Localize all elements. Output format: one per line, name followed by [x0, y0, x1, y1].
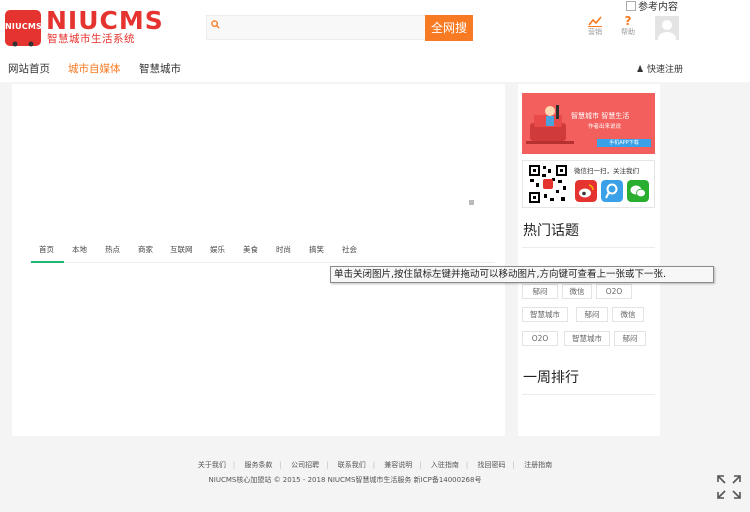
tab-food[interactable]: 美食 [243, 244, 258, 255]
footer-link-compat[interactable]: 兼容说明 [384, 461, 412, 469]
tab-active-indicator [31, 261, 64, 263]
register-link[interactable]: ♟ 快速注册 [636, 62, 683, 75]
hot-tag[interactable]: 微信 [562, 284, 592, 299]
tab-internet[interactable]: 互联网 [170, 244, 193, 255]
tab-entertainment[interactable]: 娱乐 [210, 244, 225, 255]
hot-topics-divider [522, 247, 655, 248]
footer-link-jobs[interactable]: 公司招聘 [291, 461, 319, 469]
hot-tag[interactable]: 智慧城市 [564, 331, 610, 346]
tab-merchants[interactable]: 商家 [138, 244, 153, 255]
hot-tag[interactable]: O2O [522, 331, 558, 346]
register-label: 快速注册 [646, 65, 683, 75]
logo-badge-text: NIUCMS [5, 22, 42, 31]
wechat-icon[interactable] [627, 180, 649, 202]
tab-society[interactable]: 社会 [342, 244, 357, 255]
tab-funny[interactable]: 搞笑 [309, 244, 324, 255]
footer-link-contact[interactable]: 联系我们 [338, 461, 366, 469]
tab-home[interactable]: 首页 [39, 244, 54, 255]
nav-item-smart-city[interactable]: 智慧城市 [139, 61, 181, 76]
avatar[interactable] [655, 16, 679, 40]
footer-link-join-guide[interactable]: 入驻指南 [431, 461, 459, 469]
copyright-text: NIUCMS核心加盟站 © 2015 - 2018 NIUCMS智慧城市生活服务… [208, 476, 482, 484]
tencent-weibo-icon[interactable] [601, 180, 623, 202]
search-icon [211, 20, 220, 29]
marketing-link[interactable]: 营销 [580, 15, 610, 37]
app-download-button[interactable]: 手机APP下载 [597, 139, 651, 147]
chart-icon [588, 16, 602, 27]
weekly-rank-title: 一周排行 [523, 370, 579, 386]
user-avatar-icon [658, 20, 676, 40]
hot-tag[interactable]: 郁闷 [614, 331, 646, 346]
tab-hot[interactable]: 热点 [105, 244, 120, 255]
promo-title: 智慧城市 智慧生活 [571, 112, 630, 120]
tabs-divider [30, 262, 495, 263]
footer-link-about[interactable]: 关于我们 [198, 461, 226, 469]
user-icon: ♟ [636, 65, 645, 75]
ref-content-checkbox[interactable] [626, 1, 636, 11]
search-input[interactable] [206, 15, 426, 40]
tab-local[interactable]: 本地 [72, 244, 87, 255]
fullscreen-icon[interactable] [716, 474, 742, 500]
hot-tag[interactable]: 智慧城市 [522, 307, 568, 322]
search-button[interactable]: 全网搜 [425, 15, 473, 41]
image-viewer-tooltip: 单击关闭图片,按住鼠标左键并拖动可以移动图片,方向键可查看上一张或下一张. [330, 266, 714, 283]
image-placeholder-marker [469, 200, 474, 205]
promo-subtitle: 作者出来说说 [588, 124, 622, 130]
logo-slogan: 智慧城市生活系统 [47, 33, 135, 45]
logo-wheels-icon [12, 41, 34, 47]
follow-text: 微信扫一扫，关注我们 [574, 167, 639, 175]
tab-fashion[interactable]: 时尚 [276, 244, 291, 255]
nav-item-home[interactable]: 网站首页 [8, 61, 50, 76]
footer-link-recover-password[interactable]: 找回密码 [477, 461, 505, 469]
hot-tag[interactable]: 郁闷 [576, 307, 608, 322]
hot-tag[interactable]: O2O [596, 284, 632, 299]
weibo-icon[interactable] [575, 180, 597, 202]
hot-tag[interactable]: 微信 [612, 307, 644, 322]
main-content [12, 84, 505, 436]
footer-links: 关于我们 | 服务条款 | 公司招聘 | 联系我们 | 兼容说明 | 入驻指南 | 找回密码… [197, 461, 553, 469]
ref-content-label: 参考内容 [638, 2, 678, 13]
help-icon: ? [624, 14, 632, 28]
footer-link-register-guide[interactable]: 注册指南 [524, 461, 552, 469]
nav-item-city-media[interactable]: 城市自媒体 [68, 61, 121, 76]
marketing-label: 营销 [588, 28, 602, 36]
footer-link-terms[interactable]: 服务条款 [245, 461, 273, 469]
weekly-rank-divider [522, 394, 655, 395]
hot-topics-title: 热门话题 [523, 223, 579, 239]
help-link[interactable]: ? 帮助 [613, 15, 643, 37]
qr-code-icon [528, 164, 568, 204]
help-label: 帮助 [621, 28, 635, 36]
hot-tag[interactable]: 郁闷 [522, 284, 558, 299]
